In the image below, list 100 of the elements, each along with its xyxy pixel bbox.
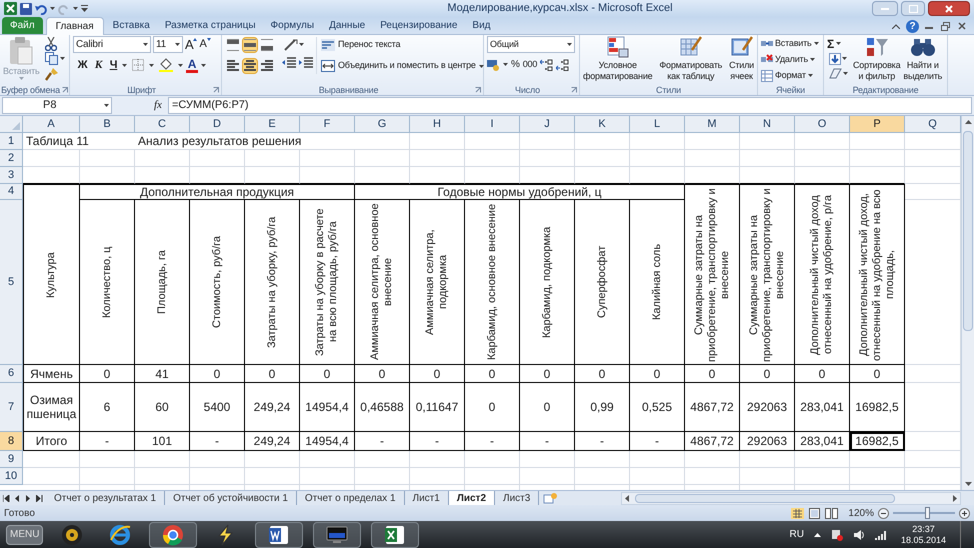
empty-cell[interactable] <box>245 451 300 468</box>
close-icon[interactable] <box>958 22 966 30</box>
grow-font-button[interactable]: A <box>185 38 198 51</box>
taskbar-button[interactable] <box>149 522 198 548</box>
style-button[interactable]: Условное форматирование <box>583 36 652 82</box>
row-heading[interactable]: 9 <box>0 451 23 468</box>
empty-cell[interactable] <box>575 133 630 150</box>
dialog-launcher-icon[interactable] <box>213 86 219 92</box>
empty-cell[interactable] <box>520 451 575 468</box>
empty-cell[interactable] <box>190 468 245 485</box>
formula-input[interactable]: =СУММ(P6:P7) <box>168 97 972 114</box>
alignment-button[interactable] <box>225 37 241 53</box>
empty-cell[interactable] <box>410 150 465 167</box>
taskbar-button[interactable] <box>255 522 304 548</box>
restore-icon[interactable] <box>941 22 950 31</box>
fill-button[interactable] <box>827 51 850 66</box>
tab-scroll-icon[interactable] <box>36 494 43 502</box>
empty-cell[interactable] <box>630 133 685 150</box>
ribbon-tab[interactable]: Вставка <box>106 17 156 34</box>
empty-cell[interactable] <box>740 468 795 485</box>
percent-button[interactable]: % <box>511 57 520 72</box>
zoom-out-icon[interactable] <box>878 508 889 518</box>
font-name-field[interactable]: Calibri <box>73 36 151 53</box>
column-heading[interactable]: A <box>23 116 80 133</box>
sheet-tab[interactable]: Лист2 <box>448 490 496 506</box>
empty-cell[interactable] <box>850 451 905 468</box>
select-all-icon[interactable] <box>12 122 20 130</box>
alignment-button[interactable] <box>242 37 258 53</box>
empty-cell[interactable] <box>795 451 850 468</box>
empty-cell[interactable] <box>685 133 740 150</box>
ribbon-tab[interactable]: Разметка страницы <box>158 17 262 34</box>
row-heading[interactable]: 3 <box>0 167 23 184</box>
redo-icon[interactable] <box>58 2 70 14</box>
insert-sheet-icon[interactable] <box>543 492 558 504</box>
column-heading[interactable]: B <box>80 116 135 133</box>
column-heading[interactable]: J <box>520 116 575 133</box>
empty-cell[interactable] <box>410 451 465 468</box>
column-heading[interactable]: O <box>795 116 850 133</box>
row-heading[interactable]: 5 <box>0 200 23 365</box>
font-size-field[interactable]: 11 <box>153 36 183 53</box>
empty-cell[interactable] <box>850 167 905 184</box>
zoom-in-icon[interactable] <box>959 508 970 518</box>
alignment-button[interactable] <box>242 58 258 74</box>
empty-cell[interactable] <box>355 133 410 150</box>
empty-cell[interactable] <box>135 150 190 167</box>
empty-cell[interactable] <box>795 133 850 150</box>
taskbar-button[interactable] <box>313 522 362 548</box>
fill-color-button[interactable] <box>157 58 175 73</box>
empty-cell[interactable] <box>410 167 465 184</box>
horizontal-scrollbar[interactable] <box>621 492 961 504</box>
empty-cell[interactable] <box>135 167 190 184</box>
undo-icon[interactable] <box>35 2 47 14</box>
minimize-icon[interactable] <box>925 27 933 29</box>
empty-cell[interactable] <box>520 167 575 184</box>
row-heading[interactable]: 8 <box>0 432 23 451</box>
collapse-ribbon-icon[interactable] <box>892 24 900 29</box>
editing-button[interactable]: Сортировка и фильтр <box>853 36 900 82</box>
empty-cell[interactable] <box>190 451 245 468</box>
cells-menu-button[interactable]: Формат <box>761 68 819 83</box>
style-button[interactable]: Форматировать как таблицу <box>659 36 722 82</box>
empty-cell[interactable] <box>795 150 850 167</box>
empty-cell[interactable] <box>80 451 135 468</box>
empty-cell[interactable] <box>190 150 245 167</box>
empty-cell[interactable] <box>575 167 630 184</box>
customize-icon[interactable] <box>81 4 88 12</box>
minimize-button[interactable] <box>872 1 898 16</box>
empty-cell[interactable] <box>245 150 300 167</box>
media-player-icon[interactable] <box>61 524 84 546</box>
column-heading[interactable]: L <box>630 116 685 133</box>
column-heading[interactable]: N <box>740 116 795 133</box>
empty-cell[interactable] <box>850 133 905 150</box>
empty-cell[interactable] <box>685 150 740 167</box>
empty-cell[interactable] <box>465 468 520 485</box>
tab-scroll-icon[interactable] <box>3 494 10 502</box>
row-heading[interactable]: 1 <box>0 133 23 150</box>
save-icon[interactable] <box>20 2 32 14</box>
thousands-button[interactable]: 000 <box>522 58 538 72</box>
speaker-icon[interactable] <box>852 528 865 540</box>
empty-cell[interactable] <box>355 167 410 184</box>
column-heading[interactable]: K <box>575 116 630 133</box>
vertical-scrollbar[interactable] <box>961 116 974 490</box>
column-heading[interactable]: E <box>245 116 300 133</box>
ribbon-tab[interactable]: Данные <box>323 17 372 34</box>
empty-cell[interactable] <box>190 167 245 184</box>
column-heading[interactable]: P <box>850 116 905 133</box>
clock[interactable]: 23:37 18.05.2014 <box>896 524 950 546</box>
alignment-button[interactable] <box>225 58 241 74</box>
empty-cell[interactable] <box>300 468 355 485</box>
empty-cell[interactable] <box>850 150 905 167</box>
empty-cell[interactable] <box>740 150 795 167</box>
empty-cell[interactable] <box>630 468 685 485</box>
empty-cell[interactable] <box>80 167 135 184</box>
wrap-text-button[interactable]: Перенос текста <box>321 37 484 53</box>
font-color-button[interactable]: A <box>186 58 198 73</box>
bold-button[interactable]: Ж <box>76 57 89 74</box>
empty-cell[interactable] <box>355 451 410 468</box>
row-heading[interactable]: 7 <box>0 383 23 432</box>
empty-cell[interactable] <box>575 150 630 167</box>
name-box[interactable]: P8 <box>2 97 112 114</box>
number-format-field[interactable]: Общий <box>487 36 575 53</box>
